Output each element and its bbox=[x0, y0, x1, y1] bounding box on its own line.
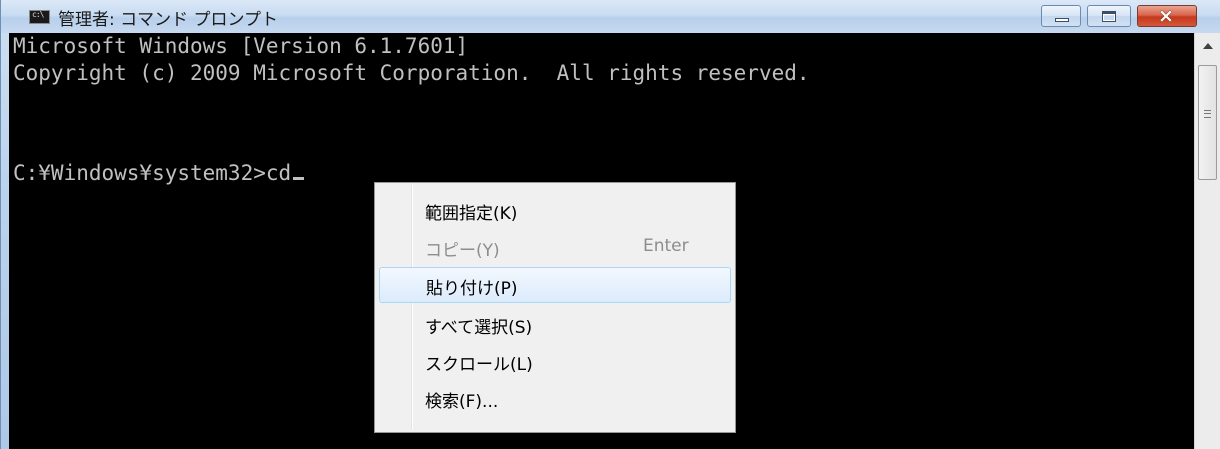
menu-item-label: 貼り付け(P) bbox=[426, 279, 518, 299]
maximize-icon bbox=[1102, 11, 1116, 22]
minimize-button[interactable] bbox=[1041, 5, 1081, 27]
cmd-icon[interactable] bbox=[29, 10, 50, 24]
prompt-text: C:¥Windows¥system32>cd bbox=[13, 161, 292, 185]
vertical-scrollbar[interactable] bbox=[1194, 33, 1220, 449]
scroll-thumb[interactable] bbox=[1198, 65, 1217, 180]
menu-item-scroll[interactable]: スクロール(L) bbox=[379, 344, 731, 380]
console-line: Copyright (c) 2009 Microsoft Corporation… bbox=[13, 61, 810, 85]
menu-item-mark[interactable]: 範囲指定(K) bbox=[379, 193, 731, 229]
context-menu: 範囲指定(K) コピー(Y) Enter 貼り付け(P) すべて選択(S) スク… bbox=[374, 182, 736, 433]
menu-item-label: すべて選択(S) bbox=[425, 318, 533, 338]
menu-item-find[interactable]: 検索(F)... bbox=[379, 381, 731, 417]
menu-item-select-all[interactable]: すべて選択(S) bbox=[379, 307, 731, 343]
text-cursor bbox=[293, 177, 305, 180]
menu-item-label: 範囲指定(K) bbox=[425, 204, 518, 224]
menu-item-copy[interactable]: コピー(Y) Enter bbox=[379, 230, 731, 266]
menu-item-shortcut: Enter bbox=[643, 236, 689, 256]
minimize-icon bbox=[1055, 18, 1069, 22]
close-button[interactable]: × bbox=[1137, 5, 1197, 27]
maximize-button[interactable] bbox=[1087, 5, 1131, 27]
console-line: Microsoft Windows [Version 6.1.7601] bbox=[13, 34, 469, 58]
title-bar[interactable]: 管理者: コマンド プロンプト × bbox=[1, 0, 1220, 33]
scroll-up-arrow-icon[interactable] bbox=[1203, 43, 1213, 49]
window-title: 管理者: コマンド プロンプト bbox=[58, 10, 279, 30]
command-line: C:¥Windows¥system32>cd bbox=[13, 160, 305, 186]
menu-item-label: 検索(F)... bbox=[425, 392, 499, 412]
menu-item-label: コピー(Y) bbox=[425, 241, 500, 261]
command-prompt-window: 管理者: コマンド プロンプト × Microsoft Windows [Ver… bbox=[0, 0, 1220, 449]
menu-item-label: スクロール(L) bbox=[425, 355, 533, 375]
close-icon: × bbox=[1158, 5, 1174, 27]
grip-icon bbox=[1204, 110, 1211, 118]
menu-item-paste[interactable]: 貼り付け(P) bbox=[379, 267, 731, 303]
